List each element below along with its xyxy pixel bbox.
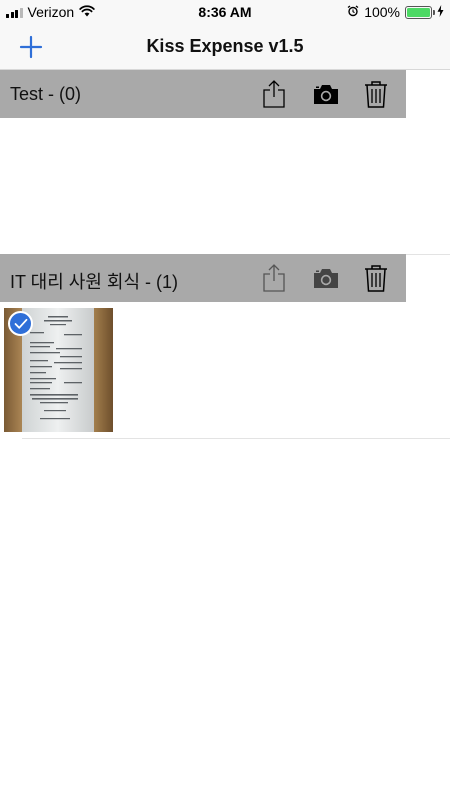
battery-icon [405, 5, 435, 19]
section-title: IT 대리 사원 회식 - (1) [10, 272, 179, 292]
trash-icon [365, 265, 387, 292]
share-icon [263, 264, 285, 292]
delete-button[interactable] [361, 79, 391, 109]
share-button[interactable] [259, 79, 289, 109]
selected-checkmark[interactable] [8, 311, 33, 336]
status-right: 100% [347, 4, 444, 20]
battery-percent: 100% [364, 4, 400, 20]
camera-button[interactable] [311, 79, 341, 109]
section-title: Test - (0) [10, 84, 82, 104]
section-header-it-dinner: IT 대리 사원 회식 - (1) [0, 254, 406, 302]
checkmark-icon [14, 318, 27, 329]
trash-icon [365, 81, 387, 108]
camera-icon [314, 85, 338, 104]
alarm-icon [347, 4, 359, 20]
section-header-test: Test - (0) [0, 70, 406, 118]
camera-button[interactable] [311, 263, 341, 293]
row-divider [22, 438, 450, 439]
delete-button[interactable] [361, 263, 391, 293]
section-body-test [0, 118, 450, 254]
status-bar: Verizon 8:36 AM 100% [0, 0, 450, 24]
page-title: Kiss Expense v1.5 [146, 36, 304, 56]
share-icon [263, 80, 285, 108]
camera-icon [314, 269, 338, 288]
charging-bolt-icon [437, 4, 444, 20]
nav-bar: Kiss Expense v1.5 [0, 24, 450, 70]
share-button[interactable] [259, 263, 289, 293]
